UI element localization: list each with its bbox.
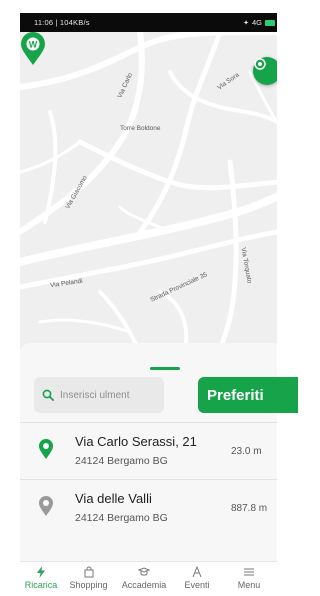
- event-icon: [191, 565, 203, 578]
- tab-label: Accademia: [121, 579, 167, 590]
- bottom-sheet: Preferiti Via Carlo Serassi, 21 24124 Be…: [20, 343, 298, 563]
- tab-ricarica[interactable]: Ricarica: [20, 562, 62, 593]
- search-input[interactable]: [60, 389, 160, 401]
- locate-me-button[interactable]: [253, 57, 277, 85]
- location-pin-icon: [39, 439, 53, 459]
- tab-label: Ricarica: [24, 579, 58, 590]
- tab-menu[interactable]: Menu: [221, 562, 277, 593]
- tab-shopping[interactable]: Shopping: [62, 562, 115, 593]
- list-item[interactable]: Via delle Valli 24124 Bergamo BG 887.8 m: [20, 479, 277, 535]
- result-city: 24124 Bergamo BG: [75, 512, 168, 524]
- result-city: 24124 Bergamo BG: [75, 455, 168, 467]
- bag-icon: [84, 566, 94, 578]
- status-time: 11:06 | 104KB/s: [34, 18, 90, 27]
- tab-label: Eventi: [184, 579, 210, 590]
- system-nav-bar: [0, 590, 277, 596]
- bolt-icon: [37, 565, 45, 578]
- tab-accademia[interactable]: Accademia: [115, 562, 173, 593]
- tab-label: Menu: [237, 579, 261, 590]
- tab-label: Shopping: [69, 579, 108, 590]
- bottom-tab-bar: Ricarica Shopping Accademia Eventi Menu: [20, 561, 277, 593]
- result-distance: 887.8 m: [231, 503, 268, 514]
- tab-eventi[interactable]: Eventi: [173, 562, 221, 593]
- list-item[interactable]: Via Carlo Serassi, 21 24124 Bergamo BG 2…: [20, 422, 277, 478]
- cap-icon: [138, 566, 150, 578]
- location-pin-icon: [39, 496, 53, 516]
- status-bar: 11:06 | 104KB/s ✦ 4G: [20, 13, 277, 32]
- menu-icon: [243, 566, 255, 578]
- battery-icon: [265, 19, 275, 26]
- favorites-button[interactable]: Preferiti: [198, 377, 298, 413]
- map-view[interactable]: Torre Boldone Via Carlo Via Sora Via Gia…: [20, 32, 277, 352]
- result-distance: 23.0 m: [231, 446, 262, 457]
- pin-letter: W: [29, 40, 38, 50]
- map-roads: [20, 32, 277, 352]
- wifi-icon: ✦: [243, 19, 249, 27]
- sheet-drag-handle[interactable]: [150, 367, 180, 370]
- place-label: Torre Boldone: [120, 125, 161, 132]
- charging-station-pin-icon[interactable]: W: [20, 32, 46, 66]
- signal-text: 4G: [251, 18, 262, 27]
- search-box[interactable]: [34, 377, 164, 413]
- result-street: Via Carlo Serassi, 21: [75, 434, 197, 449]
- search-icon: [42, 389, 54, 401]
- target-icon: [254, 58, 266, 70]
- result-street: Via delle Valli: [75, 491, 152, 506]
